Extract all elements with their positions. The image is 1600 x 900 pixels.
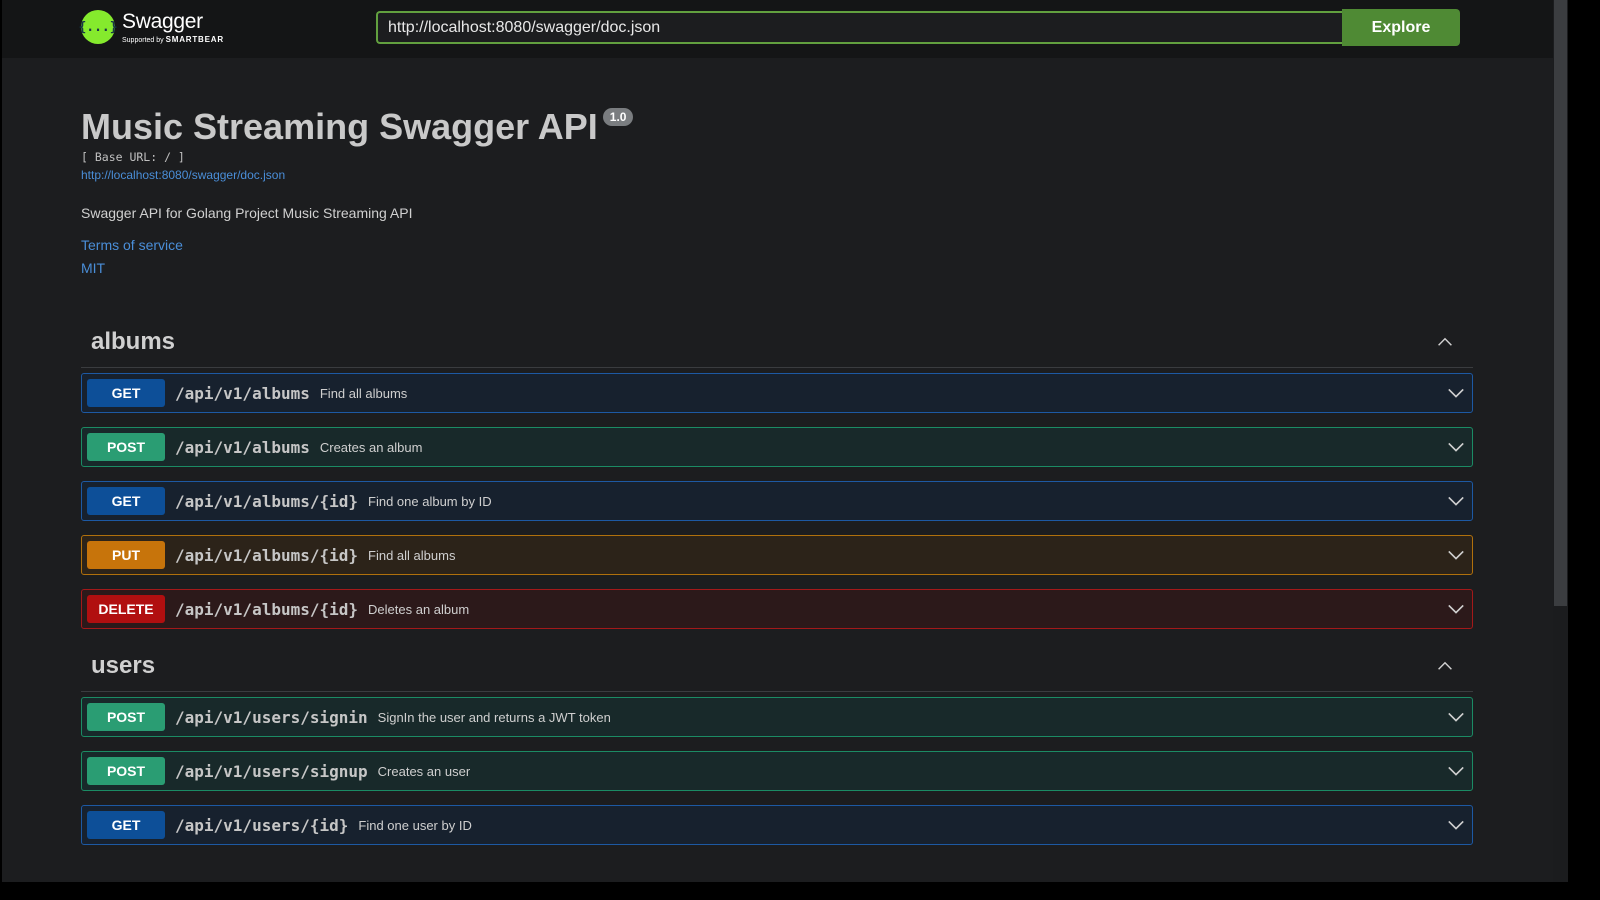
operation-delete-album-by-id[interactable]: DELETE /api/v1/albums/{id} Deletes an al… [81,589,1473,629]
window-edge [1568,0,1600,900]
tag-header-users[interactable]: users [81,640,1473,692]
logo-sub-small: Supported by [122,37,164,44]
operation-path: /api/v1/albums/{id} [175,545,359,565]
operation-path: /api/v1/users/signup [175,761,368,781]
logo-subtitle: Supported by SMARTBEAR [122,35,224,46]
topbar: {...} Swagger Supported by SMARTBEAR Exp… [2,0,1553,58]
swagger-logo[interactable]: {...} Swagger Supported by SMARTBEAR [78,10,224,46]
operation-post-signin[interactable]: POST /api/v1/users/signin SignIn the use… [81,697,1473,737]
api-description: Swagger API for Golang Project Music Str… [81,205,413,221]
chevron-down-icon [1448,820,1464,830]
operation-path: /api/v1/albums [175,383,310,403]
chevron-down-icon [1448,496,1464,506]
tag-section-albums: albums GET /api/v1/albums Find all album… [81,316,1473,629]
operation-path: /api/v1/users/signin [175,707,368,727]
operation-path: /api/v1/albums/{id} [175,491,359,511]
logo-sub-brand: SMARTBEAR [165,35,224,44]
chevron-down-icon [1448,712,1464,722]
operation-path: /api/v1/albums [175,437,310,457]
chevron-down-icon [1448,388,1464,398]
operation-summary: Deletes an album [368,601,470,617]
spec-url-input[interactable] [376,11,1342,44]
tag-section-users: users POST /api/v1/users/signin SignIn t… [81,640,1473,845]
tag-header-albums[interactable]: albums [81,316,1473,368]
license-link[interactable]: MIT [81,259,1473,277]
tag-name: users [91,651,156,679]
scrollbar-thumb[interactable] [1554,0,1567,606]
operation-post-signup[interactable]: POST /api/v1/users/signup Creates an use… [81,751,1473,791]
method-badge: GET [87,487,165,515]
method-badge: PUT [87,541,165,569]
method-badge: GET [87,811,165,839]
page-title: Music Streaming Swagger API [81,106,598,147]
method-badge: POST [87,757,165,785]
spec-doc-link[interactable]: http://localhost:8080/swagger/doc.json [81,166,1473,184]
chevron-down-icon [1448,604,1464,614]
operation-summary: Find all albums [368,547,456,563]
method-badge: GET [87,379,165,407]
swagger-ui: {...} Swagger Supported by SMARTBEAR Exp… [2,0,1553,882]
chevron-down-icon [1448,550,1464,560]
api-info: Music Streaming Swagger API 1.0 [ Base U… [81,104,1473,277]
chevron-down-icon [1448,442,1464,452]
operation-get-album-by-id[interactable]: GET /api/v1/albums/{id} Find one album b… [81,481,1473,521]
version-badge: 1.0 [602,108,634,126]
explore-button[interactable]: Explore [1342,9,1460,46]
operation-summary: Creates an album [319,439,423,455]
chevron-down-icon [1448,766,1464,776]
logo-text: Swagger Supported by SMARTBEAR [122,10,224,46]
operation-summary: Find all albums [319,385,408,401]
method-badge: DELETE [87,595,165,623]
terms-of-service-link[interactable]: Terms of service [81,236,1473,254]
operation-summary: Find one user by ID [358,817,472,833]
method-badge: POST [87,433,165,461]
title-row: Music Streaming Swagger API 1.0 [81,104,1473,150]
operation-put-album-by-id[interactable]: PUT /api/v1/albums/{id} Find all albums [81,535,1473,575]
chevron-up-icon [1438,337,1452,346]
logo-title: Swagger [122,10,203,33]
operation-summary: SignIn the user and returns a JWT token [377,709,611,725]
chevron-up-icon [1438,661,1452,670]
operation-get-user-by-id[interactable]: GET /api/v1/users/{id} Find one user by … [81,805,1473,845]
operation-summary: Find one album by ID [368,493,492,509]
operation-path: /api/v1/users/{id} [175,815,349,835]
spec-url-form: Explore [376,9,1460,46]
operation-path: /api/v1/albums/{id} [175,599,359,619]
method-badge: POST [87,703,165,731]
operation-post-albums[interactable]: POST /api/v1/albums Creates an album [81,427,1473,467]
tag-name: albums [91,327,176,355]
operation-get-albums[interactable]: GET /api/v1/albums Find all albums [81,373,1473,413]
base-url: [ Base URL: / ] [81,150,185,164]
swagger-logo-icon: {...} [78,10,118,44]
operation-summary: Creates an user [377,763,471,779]
